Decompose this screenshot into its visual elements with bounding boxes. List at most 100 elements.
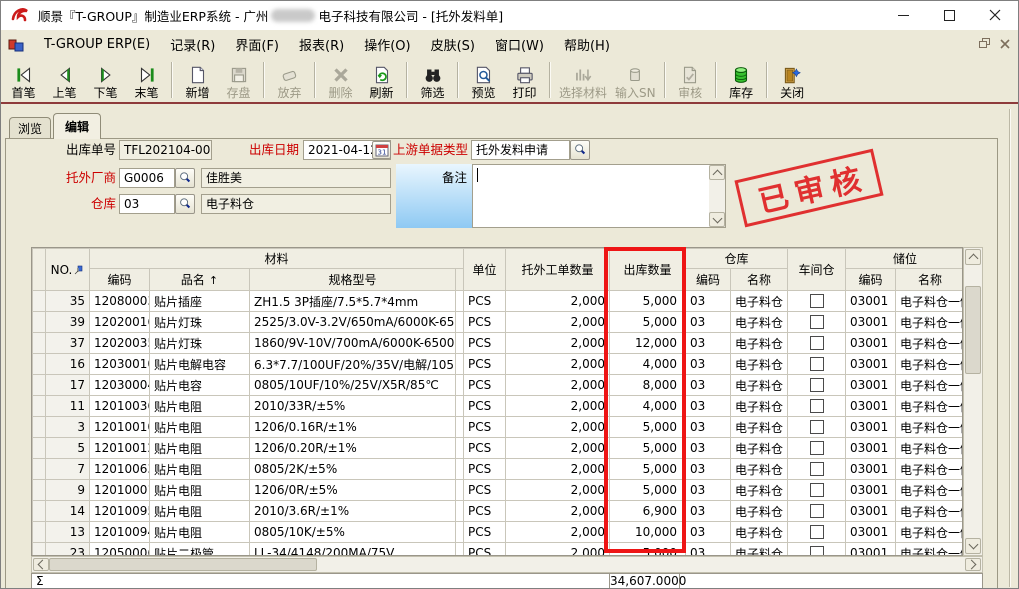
col-header-spec[interactable]: 规格型号 [250, 269, 456, 291]
menu-operation[interactable]: 操作(O) [354, 31, 420, 58]
table-row[interactable]: 13 12010094 贴片电阻 0805/10K/±5% PCS 2,000 … [33, 522, 964, 543]
vendor-lookup-button[interactable] [175, 168, 195, 188]
first-record-button[interactable]: 首笔 [3, 58, 44, 102]
table-row[interactable]: 3 12010010 贴片电阻 1206/0.16R/±1% PCS 2,000… [33, 417, 964, 438]
col-header-wh-code[interactable]: 编码 [686, 269, 731, 291]
shop-warehouse-checkbox[interactable] [810, 294, 824, 308]
cell-out-qty[interactable]: 6,900 [610, 501, 686, 522]
menu-window[interactable]: 窗口(W) [485, 31, 554, 58]
table-row[interactable]: 35 12080003 贴片插座 ZH1.5 3P插座/7.5*5.7*4mm … [33, 291, 964, 312]
col-header-shop-warehouse[interactable]: 车间仓 [788, 249, 846, 291]
grid-horizontal-scrollbar[interactable] [31, 556, 983, 573]
cell-out-qty[interactable]: 5,000 [610, 543, 686, 557]
row-selector-cell[interactable] [33, 333, 46, 354]
table-row[interactable]: 11 12010036 贴片电阻 2010/33R/±5% PCS 2,000 … [33, 396, 964, 417]
grid-scroll-left-button[interactable] [33, 558, 49, 571]
remark-textarea[interactable] [472, 164, 726, 228]
row-selector-cell[interactable] [33, 438, 46, 459]
order-no-field[interactable]: TFL202104-0017 [119, 140, 212, 160]
warehouse-lookup-button[interactable] [175, 194, 195, 214]
group-header-material[interactable]: 材料 [90, 249, 464, 269]
shop-warehouse-checkbox[interactable] [810, 420, 824, 434]
grid-scroll-down-button[interactable] [965, 538, 981, 554]
row-selector-cell[interactable] [33, 417, 46, 438]
close-button[interactable] [972, 1, 1018, 29]
close-form-button[interactable]: 关闭 [772, 58, 813, 102]
table-row[interactable]: 9 12010001 贴片电阻 1206/0R/±5% PCS 2,000 5,… [33, 480, 964, 501]
cell-out-qty[interactable]: 4,000 [610, 354, 686, 375]
cell-out-qty[interactable]: 4,000 [610, 396, 686, 417]
shop-warehouse-checkbox[interactable] [810, 504, 824, 518]
col-header-name[interactable]: 品名↑ [150, 269, 250, 291]
table-row[interactable]: 5 12010012 贴片电阻 1206/0.20R/±1% PCS 2,000… [33, 438, 964, 459]
tab-edit[interactable]: 编辑 [53, 113, 101, 139]
new-button[interactable]: 新增 [177, 58, 218, 102]
grid-scroll-up-button[interactable] [965, 249, 981, 265]
table-row[interactable]: 7 12010063 贴片电阻 0805/2K/±5% PCS 2,000 5,… [33, 459, 964, 480]
delete-button[interactable]: 删除 [320, 58, 361, 102]
grid-vertical-scrollbar[interactable] [963, 247, 983, 556]
scroll-down-button[interactable] [709, 212, 725, 227]
date-picker-button[interactable]: 31 [372, 141, 391, 159]
menu-report[interactable]: 报表(R) [289, 31, 354, 58]
col-header-bin-name[interactable]: 名称 [896, 269, 963, 291]
grid-hscroll-thumb[interactable] [49, 558, 317, 571]
row-selector-cell[interactable] [33, 375, 46, 396]
table-row[interactable]: 39 12020016 贴片灯珠 2525/3.0V-3.2V/650mA/60… [33, 312, 964, 333]
row-selector-cell[interactable] [33, 501, 46, 522]
mdi-close-button[interactable] [1000, 38, 1010, 52]
menu-record[interactable]: 记录(R) [160, 31, 225, 58]
row-selector-cell[interactable] [33, 312, 46, 333]
col-header-bin-code[interactable]: 编码 [846, 269, 896, 291]
warehouse-code-field[interactable]: 03 [119, 194, 175, 214]
cell-out-qty[interactable]: 12,000 [610, 333, 686, 354]
menu-help[interactable]: 帮助(H) [554, 31, 620, 58]
cell-out-qty[interactable]: 5,000 [610, 417, 686, 438]
shop-warehouse-checkbox[interactable] [810, 378, 824, 392]
table-row[interactable]: 17 12030004 贴片电容 0805/10UF/10%/25V/X5R/8… [33, 375, 964, 396]
shop-warehouse-checkbox[interactable] [810, 546, 824, 556]
scroll-up-button[interactable] [709, 165, 725, 180]
upstream-lookup-button[interactable] [570, 140, 590, 160]
col-header-out-qty[interactable]: 出库数量 [610, 249, 686, 291]
shop-warehouse-checkbox[interactable] [810, 357, 824, 371]
remark-scrollbar[interactable] [709, 165, 725, 227]
shop-warehouse-checkbox[interactable] [810, 462, 824, 476]
cell-out-qty[interactable]: 5,000 [610, 312, 686, 333]
row-selector-cell[interactable] [33, 354, 46, 375]
shop-warehouse-checkbox[interactable] [810, 441, 824, 455]
mdi-restore-button[interactable] [979, 38, 991, 52]
minimize-button[interactable] [880, 1, 926, 29]
row-selector-cell[interactable] [33, 522, 46, 543]
col-header-wo-qty[interactable]: 托外工单数量 [506, 249, 610, 291]
grid-scroll-right-button[interactable] [965, 558, 981, 571]
row-selector-cell[interactable] [33, 459, 46, 480]
group-header-bin[interactable]: 储位 [846, 249, 963, 269]
maximize-button[interactable] [926, 1, 972, 29]
col-header-unit[interactable]: 单位 [464, 249, 506, 291]
discard-button[interactable]: 放弃 [269, 58, 310, 102]
table-row[interactable]: 23 12050006 贴片二极管 LL-34/4148/200MA/75V P… [33, 543, 964, 557]
menu-skin[interactable]: 皮肤(S) [421, 31, 485, 58]
cell-out-qty[interactable]: 8,000 [610, 375, 686, 396]
col-header-wh-name[interactable]: 名称 [731, 269, 788, 291]
prev-record-button[interactable]: 上笔 [44, 58, 85, 102]
inventory-button[interactable]: 库存 [721, 58, 762, 102]
grid-vscroll-thumb[interactable] [965, 286, 981, 374]
col-header-code[interactable]: 编码 [90, 269, 150, 291]
preview-button[interactable]: 预览 [463, 58, 504, 102]
filter-button[interactable]: 筛选 [412, 58, 453, 102]
cell-out-qty[interactable]: 5,000 [610, 480, 686, 501]
cell-out-qty[interactable]: 5,000 [610, 459, 686, 480]
shop-warehouse-checkbox[interactable] [810, 336, 824, 350]
table-row[interactable]: 16 12030010 贴片电解电容 6.3*7.7/100UF/20%/35V… [33, 354, 964, 375]
table-row[interactable]: 14 12010095 贴片电阻 2010/3.6R/±1% PCS 2,000… [33, 501, 964, 522]
cell-out-qty[interactable]: 10,000 [610, 522, 686, 543]
shop-warehouse-checkbox[interactable] [810, 525, 824, 539]
row-selector-cell[interactable] [33, 543, 46, 557]
table-row[interactable]: 37 12020035 贴片灯珠 1860/9V-10V/700mA/6000K… [33, 333, 964, 354]
next-record-button[interactable]: 下笔 [85, 58, 126, 102]
col-header-no[interactable]: NO. [46, 249, 90, 291]
save-button[interactable]: 存盘 [218, 58, 259, 102]
row-selector-cell[interactable] [33, 480, 46, 501]
